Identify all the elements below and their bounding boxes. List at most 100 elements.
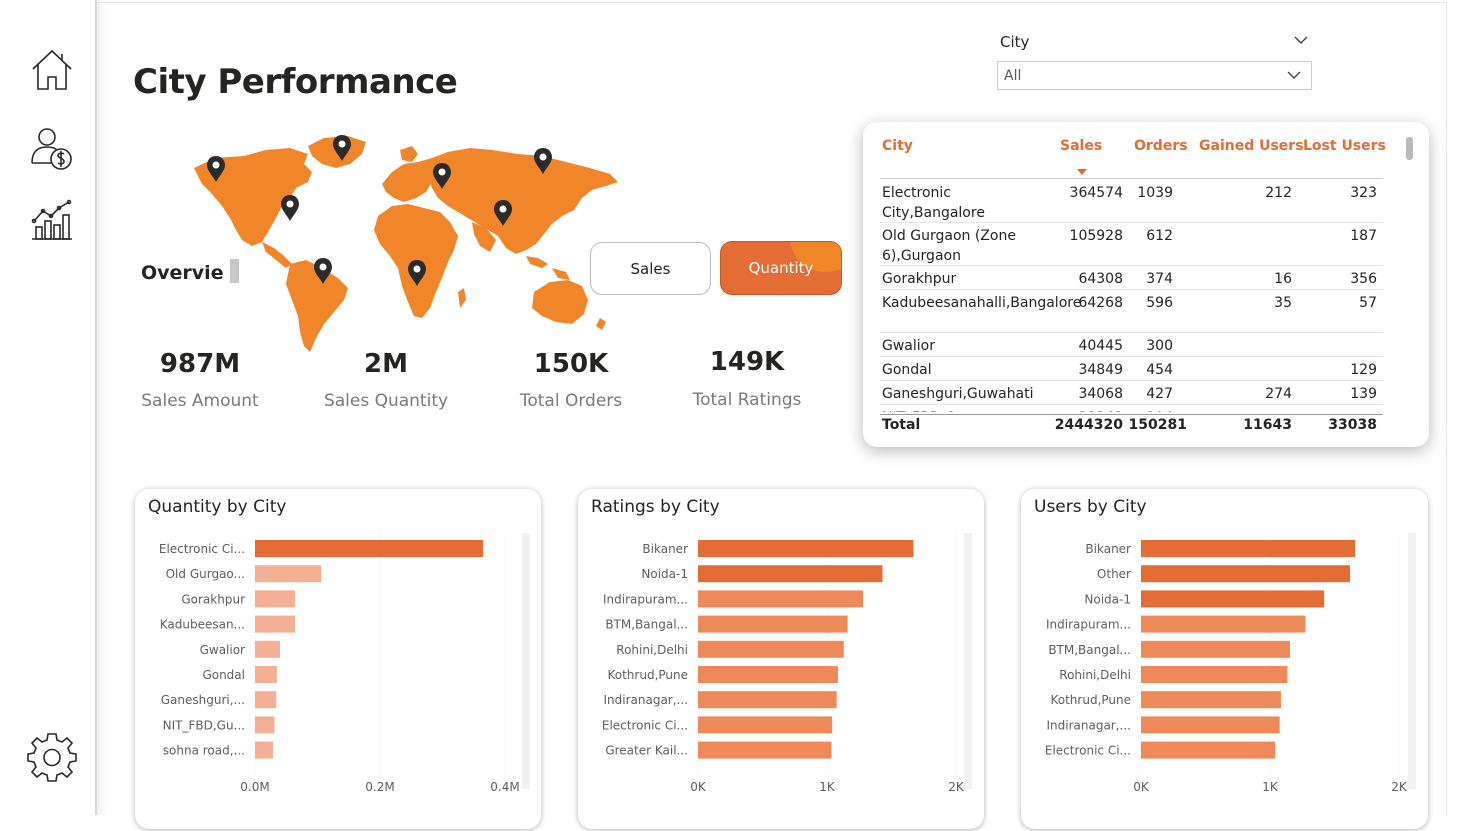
kpi-total-ratings-value: 149K xyxy=(709,347,785,377)
column-header-lost-users[interactable]: Lost Users xyxy=(1303,138,1386,154)
y-category-label: Kothrud,Pune xyxy=(1050,693,1131,707)
y-category-label: Greater Kail... xyxy=(605,744,688,758)
bar[interactable] xyxy=(1141,691,1281,709)
y-category-label: Electronic Ci... xyxy=(602,718,688,732)
totals-gained-users: 11643 xyxy=(1243,417,1292,433)
table-row[interactable]: Old Gurgaon (Zone 6),Gurgaon 105928 612 187 xyxy=(880,223,1383,266)
quantity-by-city-card: Quantity by City 0.0M 0.2M 0.4M Electronic … xyxy=(135,489,541,829)
kpi-sales-amount-label: Sales Amount xyxy=(141,391,259,411)
totals-orders: 150281 xyxy=(1128,417,1187,433)
bar[interactable] xyxy=(255,666,277,683)
x-tick-label: 0.4M xyxy=(490,780,519,794)
cell-city: Electronic City,Bangalore xyxy=(882,185,985,221)
bar[interactable] xyxy=(698,565,883,583)
y-category-label: Rohini,Delhi xyxy=(1059,668,1131,682)
table-row[interactable]: Electronic City,Bangalore 364574 1039 212 32… xyxy=(880,180,1383,223)
table-scrollbar[interactable] xyxy=(1406,137,1413,160)
quantity-by-city-chart[interactable]: 0.0M 0.2M 0.4M Electronic Ci... Old Gurgao..… xyxy=(135,489,541,809)
chart-scrollbar[interactable] xyxy=(1408,533,1416,789)
bar[interactable] xyxy=(1141,565,1350,583)
cell-orders: 612 xyxy=(1146,228,1173,244)
chart-scrollbar[interactable] xyxy=(964,533,972,789)
cell-sales: 31342 xyxy=(1078,408,1123,412)
column-header-orders[interactable]: Orders xyxy=(1134,138,1188,154)
ratings-by-city-chart[interactable]: 0K 1K 2K Bikaner Noida-1 Indirapuram... BTM,Ba… xyxy=(578,489,984,809)
bar[interactable] xyxy=(1141,741,1276,759)
bar[interactable] xyxy=(698,666,838,683)
table-row[interactable]: Gondal 34849 454 129 xyxy=(880,357,1383,381)
bar[interactable] xyxy=(698,716,833,734)
cell-lost: 57 xyxy=(1359,295,1377,311)
bar[interactable] xyxy=(698,540,914,557)
cell-sales: 364574 xyxy=(1069,185,1123,201)
bar[interactable] xyxy=(255,565,322,583)
x-tick-label: 2K xyxy=(948,780,965,794)
bar[interactable] xyxy=(698,691,837,709)
bar[interactable] xyxy=(255,741,274,759)
table-row[interactable]: Gwalior 40445 300 xyxy=(880,333,1383,357)
bar[interactable] xyxy=(1141,590,1325,608)
bar[interactable] xyxy=(698,741,832,759)
bar[interactable] xyxy=(1141,716,1280,734)
bar[interactable] xyxy=(255,640,280,658)
y-category-label: Ganeshguri,... xyxy=(161,693,245,707)
sales-toggle-button[interactable]: Sales xyxy=(590,242,711,295)
bar[interactable] xyxy=(255,716,275,734)
totals-label: Total xyxy=(882,417,921,433)
bar[interactable] xyxy=(1141,615,1306,633)
bar[interactable] xyxy=(1141,666,1288,683)
city-slicer-dropdown[interactable]: All xyxy=(997,61,1312,90)
bar[interactable] xyxy=(1141,540,1356,557)
bar[interactable] xyxy=(1141,640,1290,658)
kpi-total-orders-value: 150K xyxy=(533,349,609,379)
sidebar-item-analytics[interactable] xyxy=(26,195,78,245)
column-header-city[interactable]: City xyxy=(882,138,913,154)
x-tick-label: 2K xyxy=(1391,780,1408,794)
cell-orders: 204 xyxy=(1146,408,1173,412)
cell-orders: 374 xyxy=(1146,271,1173,287)
totals-sales: 2444320 xyxy=(1054,417,1123,433)
users-by-city-chart[interactable]: 0K 1K 2K Bikaner Other Noida-1 Indirapuram... B… xyxy=(1021,489,1428,809)
cell-orders: 596 xyxy=(1146,295,1173,311)
column-header-sales[interactable]: Sales xyxy=(1060,138,1102,154)
y-category-label: Gorakhpur xyxy=(181,592,245,606)
table-row[interactable]: Kadubeesanahalli,Bangalore 64268 596 35 57 xyxy=(880,290,1383,333)
map-pin-icon xyxy=(281,195,299,221)
cell-sales: 64308 xyxy=(1078,271,1123,287)
kpi-sales-quantity-value: 2M xyxy=(364,349,408,379)
y-category-label: Indiranagar,... xyxy=(1046,718,1131,732)
sidebar-item-home[interactable] xyxy=(26,45,78,95)
user-dollar-icon xyxy=(31,128,72,170)
slicer-selected-value: All xyxy=(1004,68,1022,84)
cell-city: Ganeshguri,Guwahati xyxy=(882,386,1034,402)
cell-sales: 34068 xyxy=(1078,386,1123,402)
table-row[interactable]: Gorakhpur 64308 374 16 356 xyxy=(880,266,1383,290)
table-body[interactable]: Electronic City,Bangalore 364574 1039 212 32… xyxy=(880,180,1383,412)
x-tick-label: 0K xyxy=(1133,780,1150,794)
kpi-total-orders-label: Total Orders xyxy=(519,391,623,411)
cell-city: NIT_FBD,Gurgaon xyxy=(882,408,1054,412)
page-title: City Performance xyxy=(133,62,458,102)
quantity-toggle-button[interactable]: Quantity xyxy=(720,241,842,295)
bar[interactable] xyxy=(698,615,848,633)
y-category-label: Old Gurgao... xyxy=(166,567,245,581)
bar[interactable] xyxy=(255,540,484,557)
y-category-label: Indiranagar,... xyxy=(603,693,688,707)
gear-icon xyxy=(27,733,77,782)
table-row[interactable]: Ganeshguri,Guwahati 34068 427 274 139 xyxy=(880,381,1383,405)
sidebar-item-customers[interactable] xyxy=(26,124,78,174)
column-header-gained-users[interactable]: Gained Users xyxy=(1199,138,1304,154)
table-row[interactable]: NIT_FBD,Gurgaon 31342 204 xyxy=(880,405,1383,412)
users-by-city-card: Users by City 0K 1K 2K Bikaner Other Noida-1 I… xyxy=(1021,489,1428,829)
bar[interactable] xyxy=(255,590,295,608)
totals-lost-users: 33038 xyxy=(1328,417,1377,433)
chevron-down-icon[interactable] xyxy=(1292,33,1310,47)
x-tick-label: 1K xyxy=(1262,780,1279,794)
bar[interactable] xyxy=(698,640,844,658)
bar[interactable] xyxy=(255,691,277,709)
bar[interactable] xyxy=(698,590,864,608)
sidebar-item-settings[interactable] xyxy=(26,732,78,782)
chart-scrollbar[interactable] xyxy=(522,533,530,789)
bar[interactable] xyxy=(255,615,295,633)
y-category-label: Kadubeesan... xyxy=(160,618,245,632)
